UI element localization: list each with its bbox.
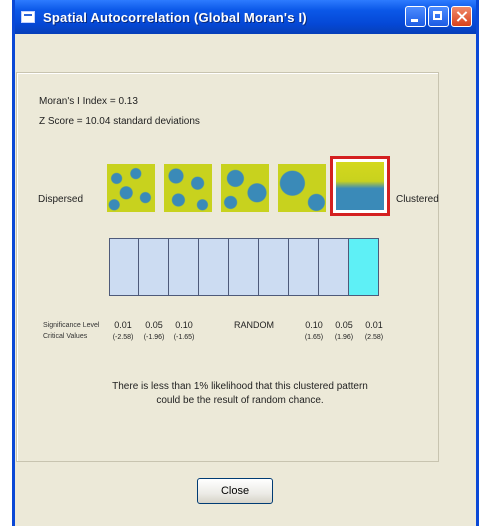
critical-value: (-2.58) (112, 334, 134, 341)
message-line-2: could be the result of random chance. (156, 395, 324, 406)
close-window-button[interactable] (451, 6, 472, 27)
critical-value: (2.58) (364, 334, 384, 341)
sig-value: 0.01 (365, 320, 383, 330)
scale-segment (109, 238, 139, 296)
scale-segment (199, 238, 229, 296)
pattern-thumbnail-4 (278, 164, 326, 212)
significance-scale (109, 238, 379, 296)
dispersed-label: Dispersed (38, 194, 84, 205)
scale-segment (259, 238, 289, 296)
critical-value: (-1.96) (143, 334, 165, 341)
scale-segment (229, 238, 259, 296)
sig-value-random: RANDOM (234, 320, 274, 330)
scale-segment (289, 238, 319, 296)
close-button[interactable]: Close (197, 478, 273, 504)
pattern-thumbnail-dispersed (107, 164, 155, 212)
sig-value: 0.10 (305, 320, 323, 330)
window-icon (21, 11, 35, 23)
z-score-text: Z Score = 10.04 standard deviations (39, 116, 200, 127)
sig-value: 0.05 (145, 320, 163, 330)
morans-index-text: Moran's I Index = 0.13 (39, 96, 138, 107)
scale-segment (319, 238, 349, 296)
sig-value: 0.10 (175, 320, 193, 330)
window-title: Spatial Autocorrelation (Global Moran's … (43, 9, 307, 25)
title-bar[interactable]: Spatial Autocorrelation (Global Moran's … (15, 0, 476, 34)
maximize-button[interactable] (428, 6, 449, 27)
scale-segment-active (349, 238, 379, 296)
scale-segment (139, 238, 169, 296)
critical-value: (-1.65) (173, 334, 195, 341)
critical-values-label: Critical Values (43, 333, 88, 340)
critical-value: (1.65) (304, 334, 324, 341)
sig-value: 0.05 (335, 320, 353, 330)
interpretation-message: There is less than 1% likelihood that th… (100, 380, 380, 408)
scale-segment (169, 238, 199, 296)
message-line-1: There is less than 1% likelihood that th… (112, 381, 368, 392)
pattern-thumbnail-clustered-selected (330, 156, 390, 216)
significance-level-label: Significance Level (43, 322, 100, 329)
minimize-button[interactable] (405, 6, 426, 27)
pattern-thumbnail-2 (164, 164, 212, 212)
critical-value: (1.96) (334, 334, 354, 341)
pattern-thumbnail-random (221, 164, 269, 212)
sig-value: 0.01 (114, 320, 132, 330)
clustered-label: Clustered (396, 194, 439, 205)
